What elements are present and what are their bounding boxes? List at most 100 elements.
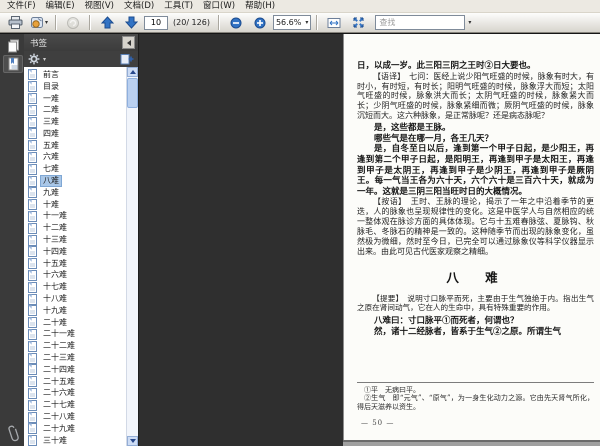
fit-width-button[interactable]	[323, 13, 345, 32]
page-total-label: (20/ 126)	[173, 18, 210, 27]
document-page: 日，以成一岁。此三阳三阴之王时②日大要也。 【语译】 七问：医经上说少阳气旺盛的时…	[343, 34, 600, 440]
bookmark-item[interactable]: 二十七难	[26, 399, 125, 411]
bookmark-item[interactable]: 二十八难	[26, 411, 125, 423]
attachments-paperclip-icon	[5, 423, 22, 443]
bookmark-item[interactable]: 十八难	[26, 293, 125, 305]
bookmark-item[interactable]: 三难	[26, 116, 125, 128]
print-button[interactable]	[4, 13, 26, 32]
footnotes: ①平 无病曰平。 ②生气 即“元气”、“原气”，为一身生化动力之源。它由先天肾气所…	[357, 386, 594, 412]
bookmark-item[interactable]: 十五难	[26, 258, 125, 270]
bookmark-item[interactable]: 八难	[26, 175, 125, 188]
bookmarks-options-button[interactable]: ▾	[28, 53, 46, 65]
document-paragraph: 【提要】 说明寸口脉平而死，主要由于生气独绝于内。指出生气之原在肾间动气，它在人…	[357, 293, 594, 313]
bookmarks-scrollbar[interactable]	[126, 67, 138, 446]
page-number-input[interactable]	[144, 15, 169, 30]
bookmark-item[interactable]: 二十五难	[26, 376, 125, 388]
menu-item[interactable]: 文件(F)	[2, 0, 41, 12]
bookmark-item[interactable]: 二十一难	[26, 328, 125, 341]
menu-item[interactable]: 编辑(E)	[41, 0, 80, 12]
bookmark-label: 二难	[43, 105, 59, 115]
save-copy-dropdown-caret[interactable]: ▾	[45, 19, 48, 26]
menu-item[interactable]: 帮助(H)	[240, 0, 280, 12]
bookmark-label: 二十四难	[43, 364, 75, 374]
bookmark-page-icon	[28, 69, 37, 81]
bookmark-item[interactable]: 二十三难	[26, 352, 125, 364]
scroll-down-arrow[interactable]	[127, 436, 138, 446]
zoom-dropdown-caret: ▾	[305, 19, 309, 26]
bookmark-item[interactable]: 九难	[26, 187, 125, 199]
bookmark-page-icon	[28, 376, 37, 388]
bookmark-label: 二十九难	[43, 423, 75, 433]
bookmarks-panel-button[interactable]	[3, 55, 23, 73]
zoom-level-value: 56.6%	[275, 18, 302, 27]
bookmark-label: 十二难	[43, 223, 67, 233]
menu-bar: 文件(F) 编辑(E) 视图(V) 文档(D) 工具(T) 窗口(W) 帮助(H)	[0, 0, 600, 13]
bookmark-item[interactable]: 二十六难	[26, 387, 125, 400]
printed-page-number: — 50 —	[361, 419, 395, 427]
previous-view-icon	[66, 16, 80, 30]
zoom-in-button[interactable]	[249, 13, 271, 32]
bookmark-item[interactable]: 十二难	[26, 222, 125, 234]
document-paragraph: 【按语】 王时、王脉的理论，揭示了一年之中沿着季节的更迭，人的脉象也呈现规律性的…	[357, 197, 594, 256]
bookmark-label: 十难	[43, 199, 59, 209]
scrollbar-thumb[interactable]	[127, 78, 138, 108]
bookmark-label: 十四难	[43, 246, 67, 256]
previous-page-button[interactable]	[96, 13, 118, 32]
bookmark-item[interactable]: 十七难	[26, 281, 125, 293]
bookmark-page-icon	[28, 104, 37, 116]
bookmark-item[interactable]: 二十二难	[26, 340, 125, 352]
bookmark-item[interactable]: 六难	[26, 151, 125, 164]
bookmark-item[interactable]: 十三难	[26, 234, 125, 246]
menu-item[interactable]: 视图(V)	[80, 0, 119, 12]
bookmark-item[interactable]: 十六难	[26, 269, 125, 282]
bookmark-label: 三难	[43, 117, 59, 127]
bookmark-item[interactable]: 一难	[26, 92, 125, 105]
expand-bookmark-button[interactable]	[120, 53, 134, 65]
document-paragraph: 【语译】 七问：医经上说少阳气旺盛的时候，脉象有时大，有时小，有时短，有时长；阳…	[357, 71, 594, 121]
bookmark-page-icon	[28, 92, 37, 104]
print-icon	[8, 16, 23, 29]
bookmark-page-icon	[28, 340, 37, 352]
bookmark-item[interactable]: 十难	[26, 199, 125, 211]
bookmark-label: 二十三难	[43, 353, 75, 363]
scroll-up-arrow[interactable]	[127, 67, 138, 77]
document-paragraph: 是，自冬至日以后，逢到第一个甲子日起，是少阳王，再逢到第二个甲子日起，是阳明王，…	[357, 144, 594, 197]
save-copy-button[interactable]: ▾	[28, 13, 50, 32]
bookmark-item[interactable]: 二十难	[26, 317, 125, 329]
page-footer: ①平 无病曰平。 ②生气 即“元气”、“原气”，为一身生化动力之源。它由先天肾气所…	[357, 381, 594, 427]
pdf-reader-window: 文件(F) 编辑(E) 视图(V) 文档(D) 工具(T) 窗口(W) 帮助(H) ▾	[0, 0, 600, 446]
bookmark-label: 三十难	[43, 435, 67, 445]
fit-page-button[interactable]	[347, 13, 369, 32]
menu-item[interactable]: 窗口(W)	[198, 0, 240, 12]
bookmark-item[interactable]: 前言	[26, 69, 125, 81]
menu-item[interactable]: 工具(T)	[159, 0, 198, 12]
find-dropdown-caret[interactable]: ▾	[468, 19, 471, 26]
bookmark-label: 十五难	[43, 258, 67, 268]
bookmark-page-icon	[28, 222, 37, 234]
panel-collapse-button[interactable]	[122, 36, 135, 49]
bookmark-item[interactable]: 十九难	[26, 305, 125, 317]
bookmark-item[interactable]: 二十九难	[26, 423, 125, 435]
bookmark-item[interactable]: 二十四难	[26, 364, 125, 376]
menu-item[interactable]: 文档(D)	[119, 0, 159, 12]
bookmark-item[interactable]: 七难	[26, 163, 125, 175]
bookmark-item[interactable]: 三十难	[26, 435, 125, 446]
bookmark-label: 二十六难	[43, 388, 75, 398]
next-page-button[interactable]	[120, 13, 142, 32]
bookmark-item[interactable]: 十一难	[26, 210, 125, 223]
zoom-level-select[interactable]: 56.6% ▾	[272, 15, 312, 30]
bookmark-item[interactable]: 十四难	[26, 246, 125, 258]
attachments-panel-button[interactable]	[3, 424, 23, 442]
bookmark-item[interactable]: 五难	[26, 140, 125, 152]
zoom-out-button[interactable]	[225, 13, 247, 32]
bookmark-item[interactable]: 目录	[26, 81, 125, 93]
bookmark-page-icon	[28, 317, 37, 329]
main-area: 书签 ▾ 前言 目录 一难 二难 三难 四难 五难 六难 七难 八难 九难 十难…	[0, 33, 600, 446]
find-input[interactable]	[375, 15, 466, 30]
bookmark-item[interactable]: 二难	[26, 104, 125, 116]
bookmark-page-icon	[28, 140, 37, 152]
pages-panel-button[interactable]	[3, 37, 23, 55]
bookmark-label: 十九难	[43, 305, 67, 315]
bookmark-label: 二十二难	[43, 341, 75, 351]
bookmark-item[interactable]: 四难	[26, 128, 125, 140]
